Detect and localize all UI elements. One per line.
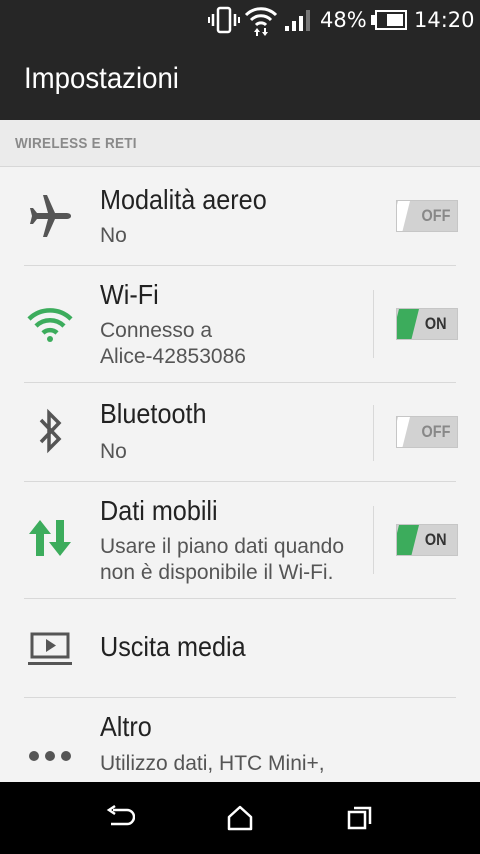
recent-apps-icon[interactable]	[340, 800, 380, 836]
setting-summary-line-1: Usare il piano dati quando	[100, 535, 345, 558]
vibrate-icon	[208, 0, 240, 40]
section-header-label: WIRELESS E RETI	[15, 135, 137, 152]
setting-summary-line-2: non è disponibile il Wi-Fi.	[100, 561, 334, 584]
section-header: WIRELESS E RETI	[0, 120, 480, 167]
vertical-separator	[373, 506, 374, 574]
setting-summary-line-1: Utilizzo dati, HTC Mini+,	[100, 752, 325, 775]
status-bar: 48% 14:20	[0, 0, 480, 40]
setting-title: Dati mobili	[100, 495, 218, 526]
setting-title: Altro	[100, 711, 152, 742]
bluetooth-toggle[interactable]: OFF	[396, 416, 458, 448]
battery-icon	[370, 0, 408, 40]
page-title: Impostazioni	[24, 62, 179, 95]
vertical-separator	[373, 405, 374, 461]
settings-list[interactable]: Modalità aereo No OFF Wi-Fi Connesso a A…	[0, 166, 480, 782]
bluetooth-icon	[24, 405, 76, 457]
clock: 14:20	[414, 8, 475, 32]
vertical-separator	[373, 290, 374, 358]
wifi-toggle[interactable]: ON	[396, 308, 458, 340]
setting-title: Modalità aereo	[100, 184, 267, 215]
wifi-icon	[24, 298, 76, 350]
setting-bluetooth[interactable]: Bluetooth No OFF	[0, 383, 480, 482]
setting-mobile-data[interactable]: Dati mobili Usare il piano dati quando n…	[0, 482, 480, 599]
toggle-label: ON	[424, 314, 447, 333]
setting-other[interactable]: Altro Utilizzo dati, HTC Mini+,	[0, 698, 480, 782]
setting-title: Wi-Fi	[100, 279, 159, 310]
wifi-status-icon	[244, 0, 278, 40]
back-icon[interactable]	[100, 800, 140, 836]
airplane-icon	[24, 190, 76, 242]
navigation-bar	[0, 782, 480, 854]
toggle-stripe	[397, 201, 410, 231]
setting-title: Uscita media	[100, 631, 246, 662]
mobile-data-icon	[24, 512, 76, 564]
toggle-stripe	[397, 525, 419, 555]
setting-wifi[interactable]: Wi-Fi Connesso a Alice-42853086 ON	[0, 266, 480, 383]
media-output-icon	[24, 623, 76, 675]
app-bar: Impostazioni	[0, 40, 480, 120]
mobile-data-toggle[interactable]: ON	[396, 524, 458, 556]
airplane-mode-toggle[interactable]: OFF	[396, 200, 458, 232]
signal-icon	[284, 0, 314, 40]
toggle-label: OFF	[421, 206, 451, 225]
toggle-stripe	[397, 417, 410, 447]
setting-media-output[interactable]: Uscita media	[0, 599, 480, 698]
setting-summary-line-1: Connesso a	[100, 319, 213, 342]
toggle-stripe	[397, 309, 419, 339]
toggle-label: OFF	[421, 422, 451, 441]
setting-summary: No	[100, 224, 127, 247]
toggle-label: ON	[424, 530, 447, 549]
setting-summary-line-2: Alice-42853086	[100, 345, 246, 368]
setting-title: Bluetooth	[100, 398, 207, 429]
more-icon	[24, 730, 76, 782]
home-icon[interactable]	[220, 800, 260, 836]
battery-percent: 48%	[320, 8, 367, 32]
setting-summary: No	[100, 440, 127, 463]
setting-airplane-mode[interactable]: Modalità aereo No OFF	[0, 166, 480, 266]
